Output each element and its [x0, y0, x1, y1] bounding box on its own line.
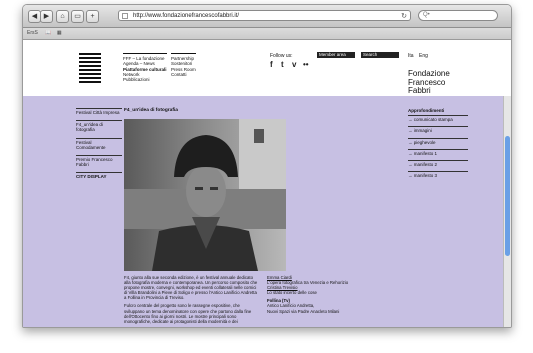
left-nav-item[interactable]: Premio Francesco Fabbri: [76, 155, 122, 167]
sidebar-link[interactable]: → manifesto 1: [408, 148, 468, 156]
main-area: Festival Città Impresa F4_un'idea di fot…: [23, 96, 511, 327]
credit-text: Nuovi Spazi via Padre Anacleto Milani: [267, 308, 340, 314]
bookmarks-label[interactable]: ErsS: [27, 30, 38, 36]
nav-item[interactable]: Sostenitori: [171, 61, 196, 66]
flickr-icon[interactable]: ••: [303, 60, 309, 69]
scrollbar[interactable]: [503, 96, 511, 327]
reload-icon[interactable]: ↻: [401, 11, 407, 22]
sidebar-link[interactable]: → manifesto 2: [408, 160, 468, 167]
sidebar-link[interactable]: → immagini: [408, 126, 468, 133]
nav-item[interactable]: Pubblicazioni: [123, 77, 167, 82]
twitter-icon[interactable]: t: [281, 60, 284, 69]
site-logo[interactable]: [79, 53, 101, 89]
page-content: FFF – La fondazione Agenda – News Piatta…: [23, 40, 511, 327]
left-nav: Festival Città Impresa F4_un'idea di fot…: [76, 108, 122, 185]
favicon-icon: [122, 13, 128, 19]
article-text: F4, giunto alla sue seconda edizione, è …: [124, 275, 259, 327]
site-search-input[interactable]: Search: [361, 52, 399, 58]
browser-window: ◀ ▶ ⌂ ▭ + http://www.fondazionefrancesco…: [22, 4, 512, 328]
bookmarks-icon[interactable]: ▭: [71, 10, 84, 23]
browser-search-input[interactable]: Q•: [418, 10, 498, 21]
left-nav-item[interactable]: F4_un'idea di fotografia: [76, 120, 122, 132]
bookmarks-bar: ErsS 📖 ▦: [23, 28, 511, 40]
site-header: FFF – La fondazione Agenda – News Piatta…: [23, 40, 511, 96]
article-paragraph: Fulcro centrale del progetto sono le ras…: [124, 303, 252, 324]
address-bar[interactable]: http://www.fondazionefrancescofabbri.it/…: [118, 10, 411, 21]
brand-line: Fabbri: [408, 86, 431, 95]
lang-ita[interactable]: Ita: [408, 53, 414, 59]
article-paragraph: F4, giunto alla sue seconda edizione, è …: [124, 275, 258, 301]
main-nav: FFF – La fondazione Agenda – News Piatta…: [123, 53, 167, 82]
member-area-button[interactable]: Member area: [317, 52, 355, 58]
article-credits: Emma Ciardi L'opera fotografica tra Vene…: [267, 275, 377, 314]
sidebar: Approfondimenti → comunicato stampa → im…: [408, 108, 468, 182]
sidebar-link[interactable]: → pieghevole: [408, 137, 468, 145]
browser-toolbar: ◀ ▶ ⌂ ▭ + http://www.fondazionefrancesco…: [23, 5, 511, 28]
address-text: http://www.fondazionefrancescofabbri.it/: [133, 13, 240, 19]
lang-eng[interactable]: Eng: [419, 53, 428, 59]
secondary-nav: Partnership Sostenitori Press Room Conta…: [171, 53, 196, 77]
brand-name: Fondazione Francesco Fabbri: [408, 69, 450, 96]
nav-item[interactable]: Contatti: [171, 72, 196, 77]
left-nav-item[interactable]: Festival Città Impresa: [76, 108, 122, 115]
add-tab-button[interactable]: +: [86, 10, 99, 23]
home-icon[interactable]: ⌂: [56, 10, 69, 23]
sidebar-link[interactable]: → manifesto 3: [408, 171, 468, 178]
sidebar-title: Approfondimenti: [408, 108, 445, 113]
sidebar-link[interactable]: → comunicato stampa: [408, 115, 468, 122]
vimeo-icon[interactable]: v: [292, 60, 296, 69]
grid-icon[interactable]: ▦: [57, 30, 62, 36]
facebook-icon[interactable]: f: [270, 60, 273, 69]
feature-photo: [124, 119, 286, 271]
article-title: F4_un'idea di fotografia: [124, 108, 178, 113]
scrollbar-thumb[interactable]: [505, 136, 510, 256]
left-nav-item[interactable]: CITY DISPLAY: [76, 172, 122, 179]
book-icon[interactable]: 📖: [45, 30, 51, 36]
follow-label: Follow us:: [270, 53, 293, 59]
left-nav-item[interactable]: Festival Comodamente: [76, 137, 122, 150]
forward-button[interactable]: ▶: [40, 10, 53, 23]
